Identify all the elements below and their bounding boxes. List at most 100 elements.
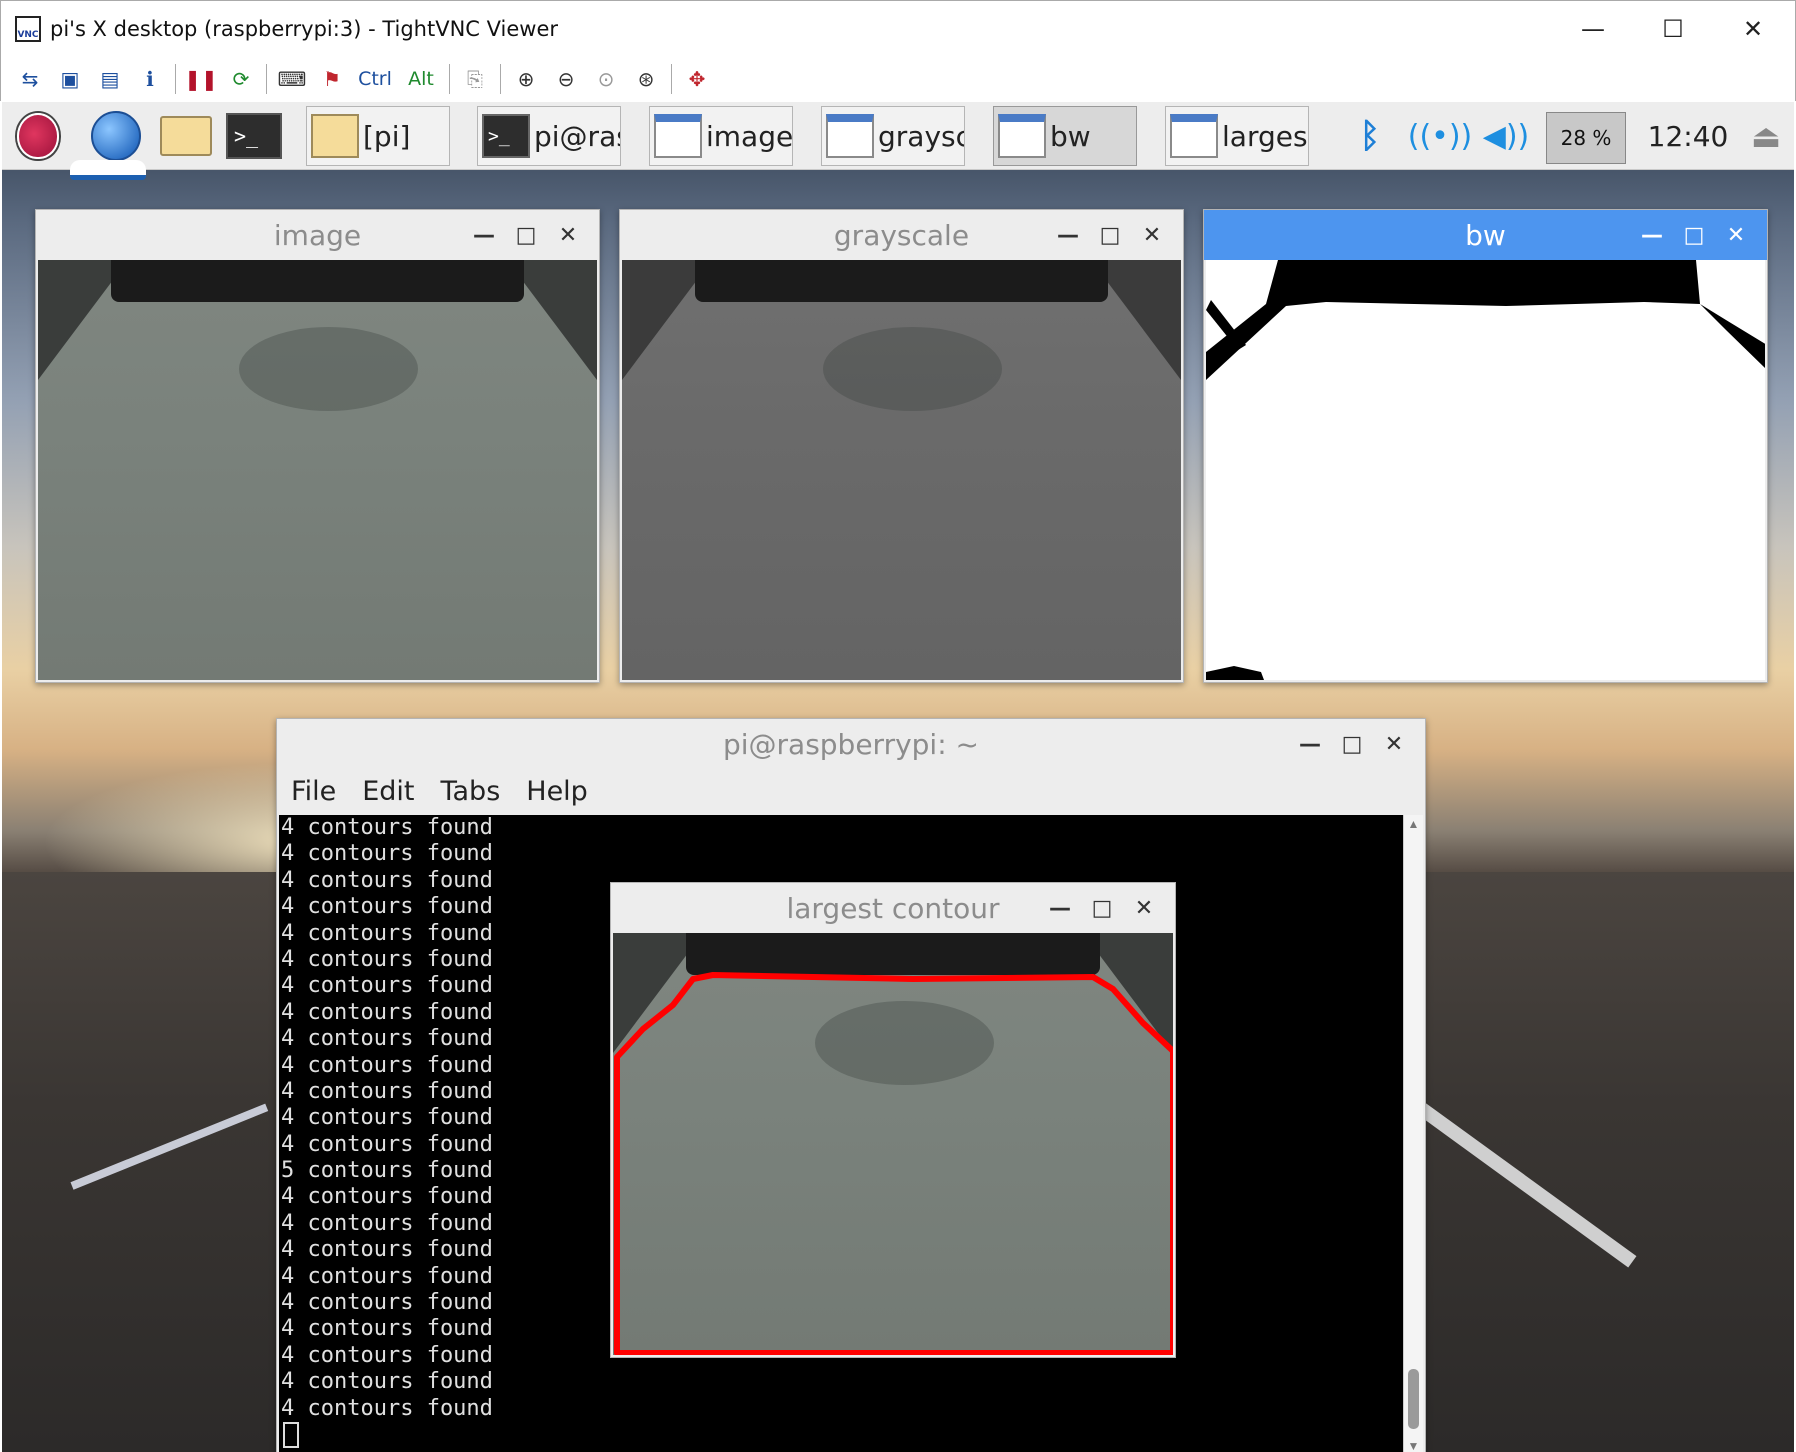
bw-view [1206,260,1765,680]
menu-edit[interactable]: Edit [362,776,414,807]
new-connection-icon[interactable]: ⇆ [13,62,47,96]
zoom-out-icon[interactable]: ⊖ [549,62,583,96]
alt-key-button[interactable]: Alt [401,62,441,96]
terminal-cursor [283,1421,299,1448]
close-button[interactable]: ✕ [547,223,589,248]
maximize-button[interactable]: □ [505,223,547,248]
window-title: largest contour [786,891,1000,925]
pause-icon[interactable]: ❚❚ [184,62,218,96]
window-title: pi@raspberrypi: ~ [722,727,980,761]
grayscale-view [622,260,1181,680]
taskbar-item-label: bw [1050,119,1091,153]
zoom-100-icon[interactable]: ⊙ [589,62,623,96]
terminal-window-titlebar[interactable]: pi@raspberrypi: ~ — □ ✕ [277,719,1425,769]
globe-icon [91,111,141,161]
close-button[interactable]: ✕ [1713,1,1793,57]
threshold-image [1206,260,1765,680]
taskbar-item-label: graysc... [878,119,964,153]
window-title: bw [1465,218,1506,252]
minimize-button[interactable]: — [1039,896,1081,921]
fullscreen-icon[interactable]: ✥ [680,62,714,96]
taskbar-item-image[interactable]: image [649,106,793,166]
close-button[interactable]: ✕ [1715,223,1757,248]
taskbar-item-label: largest... [1222,119,1308,153]
window-title: image [273,218,362,252]
close-button[interactable]: ✕ [1131,223,1173,248]
window-title: pi's X desktop (raspberrypi:3) - TightVN… [50,16,559,41]
taskbar-item-file-manager[interactable]: [pi] [306,106,450,166]
eject-icon[interactable]: ⏏ [1744,112,1788,160]
vnc-titlebar: VNC pi's X desktop (raspberrypi:3) - Tig… [0,0,1796,56]
minimize-button[interactable]: — [463,223,505,248]
window-icon [826,114,874,158]
terminal-line: 4 contours found [281,841,493,867]
minimize-button[interactable]: — [1553,1,1633,57]
clipboard-icon[interactable]: ⎘ [458,62,492,96]
terminal-icon: >_ [226,113,282,159]
raspberry-icon [17,113,59,159]
bw-window-titlebar[interactable]: bw — □ ✕ [1204,210,1767,260]
largest-contour-window[interactable]: largest contour — □ ✕ [610,882,1176,1358]
terminal-prompt-line [279,1421,1403,1448]
terminal-launcher[interactable]: >_ [226,108,282,164]
minimize-button[interactable]: — [1047,223,1089,248]
camera-image [38,260,597,680]
taskbar-item-terminal[interactable]: >_ pi@ras... [477,106,621,166]
maximize-button[interactable]: □ [1089,223,1131,248]
terminal-scrollbar[interactable]: ▲ ▼ [1403,815,1423,1452]
send-ctrl-alt-del-icon[interactable]: ⌨ [275,62,309,96]
info-icon[interactable]: ℹ [133,62,167,96]
grayscale-image [622,260,1181,680]
contour-image [613,933,1173,1355]
menu-help[interactable]: Help [526,776,588,807]
scroll-up-icon[interactable]: ▲ [1404,817,1423,831]
grayscale-window[interactable]: grayscale — □ ✕ [619,209,1184,683]
save-icon[interactable]: ▣ [53,62,87,96]
toolbar-separator [175,63,176,94]
scroll-down-icon[interactable]: ▼ [1404,1439,1423,1452]
folder-icon [311,114,359,158]
volume-icon[interactable]: ◀)) [1480,112,1532,160]
wifi-icon[interactable]: ((•)) [1408,112,1473,160]
options-icon[interactable]: ▤ [93,62,127,96]
maximize-button[interactable]: ☐ [1633,1,1713,57]
bw-window[interactable]: bw — □ ✕ [1203,209,1768,683]
ctrl-key-button[interactable]: Ctrl [355,62,395,96]
largest-contour-window-titlebar[interactable]: largest contour — □ ✕ [611,883,1175,933]
close-button[interactable]: ✕ [1373,732,1415,757]
minimize-button[interactable]: — [1631,223,1673,248]
menu-file[interactable]: File [291,776,336,807]
image-window[interactable]: image — □ ✕ [35,209,600,683]
taskbar-item-label: pi@ras... [534,119,620,153]
menu-tabs[interactable]: Tabs [440,776,500,807]
maximize-button[interactable]: □ [1331,732,1373,757]
scrollbar-thumb[interactable] [1408,1369,1419,1429]
clock[interactable]: 12:40 [1638,112,1738,160]
terminal-icon: >_ [482,114,530,158]
maximize-button[interactable]: □ [1081,896,1123,921]
zoom-auto-icon[interactable]: ⊛ [629,62,663,96]
image-view [38,260,597,680]
window-icon [654,114,702,158]
vnc-toolbar: ⇆ ▣ ▤ ℹ ❚❚ ⟳ ⌨ ⚑ Ctrl Alt ⎘ ⊕ ⊖ ⊙ ⊛ ✥ [0,56,1796,101]
image-window-titlebar[interactable]: image — □ ✕ [36,210,599,260]
threshold-mask [1206,260,1765,680]
refresh-icon[interactable]: ⟳ [224,62,258,96]
toolbar-separator [449,63,450,94]
taskbar-item-bw[interactable]: bw [993,106,1137,166]
remote-desktop[interactable]: >_ [pi] >_ pi@ras... image graysc... bw … [2,102,1794,1452]
maximize-button[interactable]: □ [1673,223,1715,248]
grayscale-window-titlebar[interactable]: grayscale — □ ✕ [620,210,1183,260]
web-browser-launcher[interactable] [88,108,144,164]
bluetooth-icon[interactable]: ᛒ [1350,112,1390,160]
ctrl-esc-icon[interactable]: ⚑ [315,62,349,96]
taskbar-item-grayscale[interactable]: graysc... [821,106,965,166]
terminal-menubar: File Edit Tabs Help [277,769,1425,813]
minimize-button[interactable]: — [1289,732,1331,757]
taskbar-item-largest-contour[interactable]: largest... [1165,106,1309,166]
zoom-in-icon[interactable]: ⊕ [509,62,543,96]
close-button[interactable]: ✕ [1123,896,1165,921]
file-manager-launcher[interactable] [158,108,214,164]
raspberry-menu-button[interactable] [10,108,66,164]
taskbar-panel: >_ [pi] >_ pi@ras... image graysc... bw … [2,102,1794,170]
